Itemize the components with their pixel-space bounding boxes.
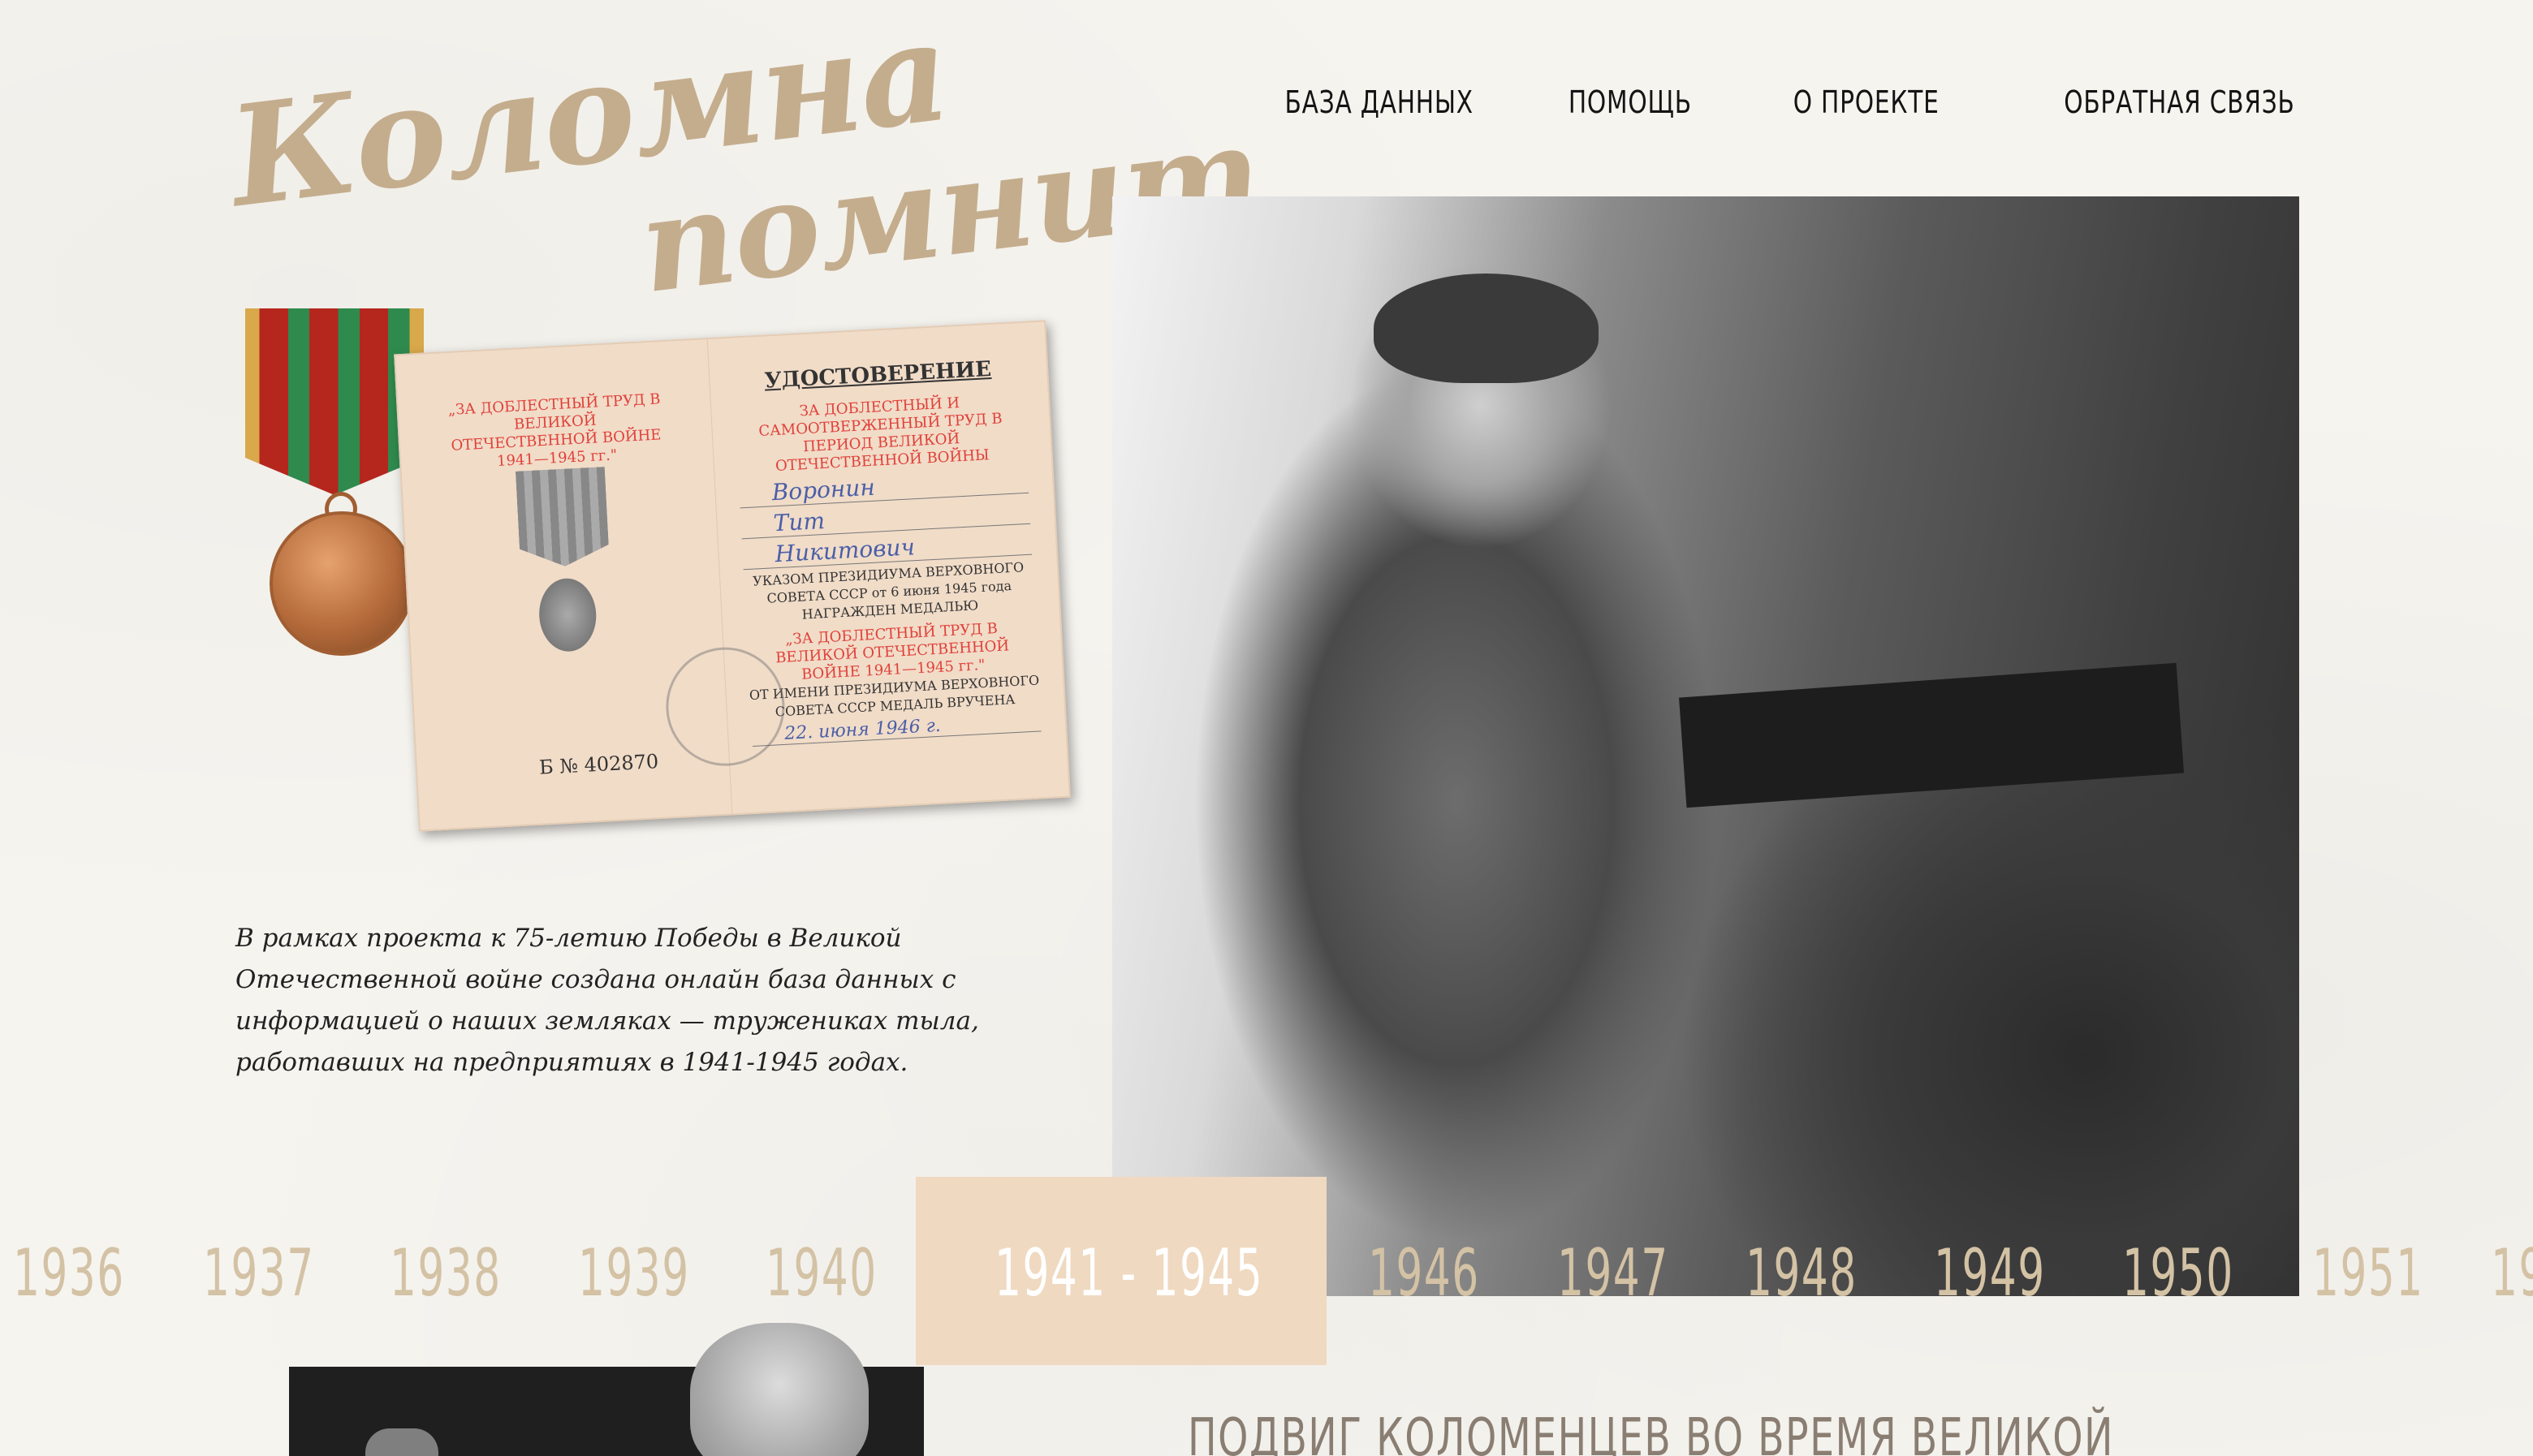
timeline-year-1941-1945[interactable]: 1941 - 1945	[995, 1235, 1263, 1311]
medal-coin	[270, 511, 414, 656]
timeline-year-1938[interactable]: 1938	[390, 1235, 502, 1311]
page: Коломна помнит БАЗА ДАННЫХ ПОМОЩЬ О ПРОЕ…	[0, 0, 2533, 1456]
timeline-year-1947[interactable]: 1947	[1557, 1235, 1669, 1311]
intro-text: В рамках проекта к 75-летию Победы в Вел…	[235, 924, 979, 1077]
section-title: ПОДВИГ КОЛОМЕНЦЕВ ВО ВРЕМЯ ВЕЛИКОЙ	[1188, 1408, 2114, 1456]
timeline-year-1940[interactable]: 1940	[766, 1235, 878, 1311]
certificate-caption-top: ЗА ДОБЛЕСТНЫЙ И САМООТВЕРЖЕННЫЙ ТРУД В П…	[757, 394, 1003, 476]
hero-photo	[1112, 196, 2299, 1296]
timeline-year-1936[interactable]: 1936	[13, 1235, 125, 1311]
certificate-medal-ribbon	[516, 467, 610, 569]
year-timeline: 1936 1937 1938 1939 1940 1941 - 1945 194…	[0, 1177, 2533, 1365]
timeline-year-1948[interactable]: 1948	[1745, 1235, 1858, 1311]
certificate-medal-coin	[537, 576, 598, 653]
main-nav: БАЗА ДАННЫХ ПОМОЩЬ О ПРОЕКТЕ ОБРАТНАЯ СВ…	[1232, 84, 2295, 120]
award-certificate-image: „ЗА ДОБЛЕСТНЫЙ ТРУД В ВЕЛИКОЙ ОТЕЧЕСТВЕН…	[394, 320, 1071, 832]
timeline-year-1951[interactable]: 1951	[2312, 1235, 2424, 1311]
certificate-title: УДОСТОВЕРЕНИЕ	[763, 356, 992, 394]
nav-help[interactable]: ПОМОЩЬ	[1569, 84, 1692, 120]
timeline-year-1949[interactable]: 1949	[1934, 1235, 2046, 1311]
section-photo-face	[690, 1323, 869, 1456]
timeline-year-1946[interactable]: 1946	[1368, 1235, 1480, 1311]
timeline-year-1939[interactable]: 1939	[578, 1235, 690, 1311]
nav-about[interactable]: О ПРОЕКТЕ	[1793, 84, 1940, 120]
certificate-number: Б № 402870	[538, 750, 659, 779]
nav-feedback[interactable]: ОБРАТНАЯ СВЯЗЬ	[2065, 84, 2295, 120]
section-photo-detail	[365, 1428, 438, 1456]
timeline-year-1937[interactable]: 1937	[203, 1235, 315, 1311]
timeline-year-1950[interactable]: 1950	[2122, 1235, 2234, 1311]
certificate-left-page: „ЗА ДОБЛЕСТНЫЙ ТРУД В ВЕЛИКОЙ ОТЕЧЕСТВЕН…	[395, 339, 733, 830]
timeline-year-partial[interactable]: 19	[2491, 1235, 2533, 1311]
nav-database[interactable]: БАЗА ДАННЫХ	[1285, 84, 1474, 120]
site-logo[interactable]: Коломна помнит	[222, 0, 1267, 322]
certificate-left-caption: „ЗА ДОБЛЕСТНЫЙ ТРУД В ВЕЛИКОЙ ОТЕЧЕСТВЕН…	[447, 390, 662, 470]
